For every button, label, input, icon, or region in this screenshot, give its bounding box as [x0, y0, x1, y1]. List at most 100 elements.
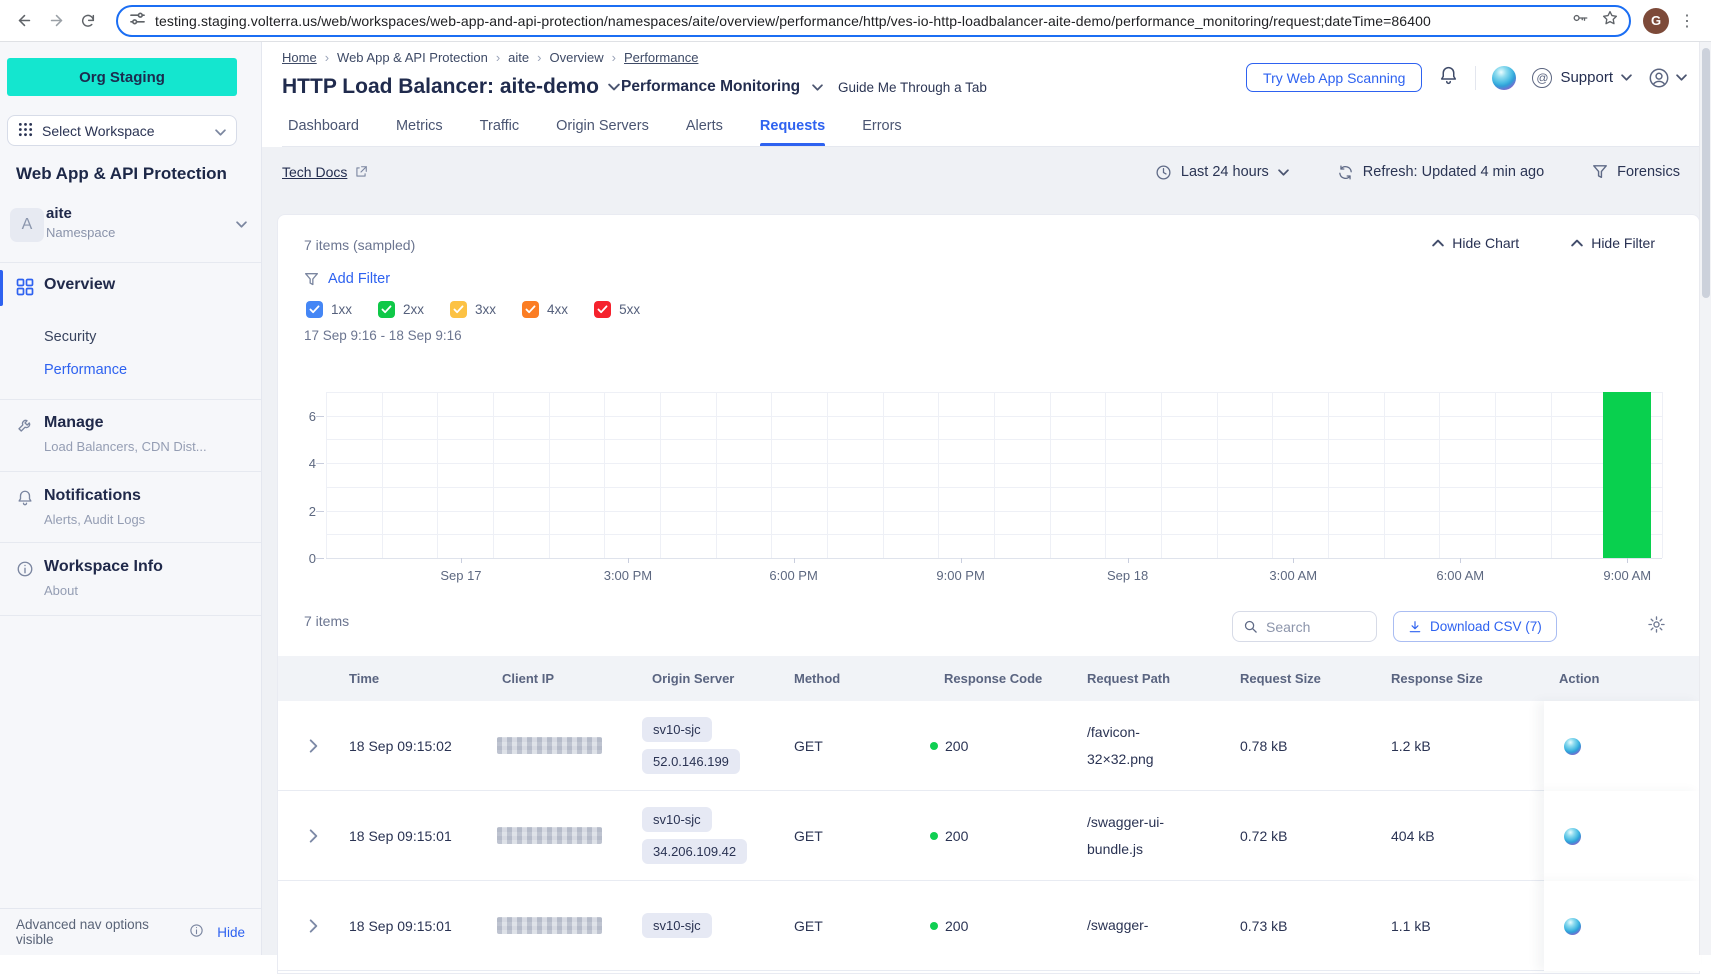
namespace-selector[interactable]: A aite Namespace [0, 205, 261, 261]
status-filter-2xx[interactable]: 2xx [378, 301, 424, 318]
browser-menu-icon[interactable]: ⋮ [1673, 11, 1701, 31]
column-header-time[interactable]: Time [349, 671, 497, 686]
status-dot [930, 742, 938, 750]
tab-traffic[interactable]: Traffic [480, 118, 519, 146]
column-header-action[interactable]: Action [1544, 671, 1701, 686]
site-settings-icon[interactable] [130, 11, 145, 31]
table-row[interactable]: 18 Sep 09:15:01sv10-sjcGET200/swagger-0.… [278, 881, 1699, 971]
status-filter-1xx[interactable]: 1xx [306, 301, 352, 318]
download-csv-button[interactable]: Download CSV (7) [1393, 611, 1557, 642]
cell-action[interactable] [1544, 791, 1701, 881]
sidebar-footer: Advanced nav options visible Hide [0, 908, 261, 955]
browser-profile-avatar[interactable]: G [1643, 8, 1669, 34]
sidebar-item-performance[interactable]: Performance [44, 362, 127, 378]
table-row[interactable]: 18 Sep 09:15:02sv10-sjc52.0.146.199GET20… [278, 701, 1699, 791]
column-header-response-size[interactable]: Response Size [1391, 671, 1544, 686]
guide-me-link[interactable]: Guide Me Through a Tab [838, 80, 987, 95]
status-filter-5xx[interactable]: 5xx [594, 301, 640, 318]
sidebar-item-security[interactable]: Security [44, 329, 96, 345]
x-axis-tick: 3:00 AM [1269, 568, 1317, 583]
tab-dashboard[interactable]: Dashboard [288, 118, 359, 146]
hide-chart-label: Hide Chart [1452, 235, 1519, 251]
action-sphere-icon[interactable] [1564, 738, 1581, 755]
checkbox-2xx[interactable] [378, 301, 395, 318]
column-header-client-ip[interactable]: Client IP [497, 671, 647, 686]
view-selector[interactable]: Performance Monitoring [621, 78, 823, 96]
cell-action[interactable] [1544, 701, 1701, 791]
checkbox-4xx[interactable] [522, 301, 539, 318]
tab-errors[interactable]: Errors [862, 118, 901, 146]
page-scrollbar[interactable] [1699, 42, 1711, 955]
forward-icon[interactable] [42, 7, 70, 35]
status-filter-label: 2xx [403, 302, 424, 317]
action-sphere-icon[interactable] [1564, 918, 1581, 935]
checkbox-3xx[interactable] [450, 301, 467, 318]
column-header-request-path[interactable]: Request Path [1087, 671, 1240, 686]
chart-bar-2xx[interactable] [1603, 392, 1651, 558]
bookmark-star-icon[interactable] [1601, 9, 1619, 32]
scrollbar-thumb[interactable] [1702, 48, 1710, 298]
workspace-selector[interactable]: Select Workspace [7, 115, 237, 146]
table-search[interactable] [1232, 611, 1377, 642]
try-web-app-scanning-button[interactable]: Try Web App Scanning [1246, 63, 1422, 92]
breadcrumb-item[interactable]: Overview [549, 50, 603, 65]
forensics-button[interactable]: Forensics [1592, 164, 1680, 180]
sidebar-item-overview-label[interactable]: Overview [44, 276, 115, 294]
breadcrumb-item[interactable]: Web App & API Protection [337, 50, 488, 65]
account-menu[interactable] [1648, 67, 1687, 89]
refresh-label: Refresh: Updated 4 min ago [1363, 164, 1544, 180]
column-header-method[interactable]: Method [794, 671, 930, 686]
tab-requests[interactable]: Requests [760, 118, 825, 146]
cell-request-path: /swagger- [1087, 881, 1240, 971]
hide-chart-button[interactable]: Hide Chart [1432, 235, 1519, 251]
tab-alerts[interactable]: Alerts [686, 118, 723, 146]
back-icon[interactable] [10, 7, 38, 35]
row-expand-chevron-icon[interactable] [278, 881, 349, 971]
tenant-sphere-icon[interactable] [1492, 66, 1516, 90]
action-sphere-icon[interactable] [1564, 828, 1581, 845]
namespace-type-label: Namespace [46, 225, 115, 240]
cell-request-size: 0.73 kB [1240, 881, 1391, 971]
notifications-bell-icon[interactable] [1438, 65, 1459, 91]
status-filter-3xx[interactable]: 3xx [450, 301, 496, 318]
column-header-response-code[interactable]: Response Code [930, 671, 1087, 686]
column-header-origin-server[interactable]: Origin Server [647, 671, 794, 686]
tab-origin-servers[interactable]: Origin Servers [556, 118, 649, 146]
sidebar-item-workspace-info-label[interactable]: Workspace Info [44, 558, 163, 576]
checkbox-1xx[interactable] [306, 301, 323, 318]
status-filter-4xx[interactable]: 4xx [522, 301, 568, 318]
tech-docs-link[interactable]: Tech Docs [282, 164, 368, 180]
breadcrumb-item[interactable]: Performance [624, 50, 698, 65]
sidebar-item-manage-sub: Load Balancers, CDN Dist... [44, 439, 207, 454]
refresh-button[interactable]: Refresh: Updated 4 min ago [1337, 164, 1544, 181]
time-range-selector[interactable]: Last 24 hours [1155, 164, 1289, 181]
table-settings-gear-icon[interactable] [1647, 615, 1666, 639]
cell-action[interactable] [1544, 881, 1701, 971]
status-filter-label: 1xx [331, 302, 352, 317]
origin-server-tag: sv10-sjc [642, 913, 712, 938]
cell-request-size: 0.72 kB [1240, 791, 1391, 881]
reload-icon[interactable] [74, 7, 102, 35]
support-menu[interactable]: @ Support [1532, 68, 1632, 88]
hide-filter-button[interactable]: Hide Filter [1571, 235, 1655, 251]
row-expand-chevron-icon[interactable] [278, 791, 349, 881]
hide-advanced-nav-link[interactable]: Hide [217, 925, 245, 940]
chevron-down-icon[interactable] [608, 78, 620, 96]
org-badge[interactable]: Org Staging [7, 58, 237, 96]
password-key-icon[interactable] [1571, 9, 1589, 32]
search-input[interactable] [1266, 619, 1366, 635]
url-bar[interactable]: testing.staging.volterra.us/web/workspac… [116, 5, 1631, 37]
url-text[interactable]: testing.staging.volterra.us/web/workspac… [155, 13, 1559, 29]
add-filter-button[interactable]: Add Filter [304, 271, 390, 287]
tab-metrics[interactable]: Metrics [396, 118, 443, 146]
breadcrumb-item[interactable]: aite [508, 50, 529, 65]
breadcrumb-item[interactable]: Home [282, 50, 317, 65]
table-row[interactable]: 18 Sep 09:15:01sv10-sjc34.206.109.42GET2… [278, 791, 1699, 881]
sidebar-item-manage-label[interactable]: Manage [44, 414, 104, 432]
cell-client-ip [497, 791, 647, 881]
sidebar-item-notifications-label[interactable]: Notifications [44, 487, 141, 505]
column-header-request-size[interactable]: Request Size [1240, 671, 1391, 686]
info-icon [189, 923, 204, 941]
row-expand-chevron-icon[interactable] [278, 701, 349, 791]
checkbox-5xx[interactable] [594, 301, 611, 318]
